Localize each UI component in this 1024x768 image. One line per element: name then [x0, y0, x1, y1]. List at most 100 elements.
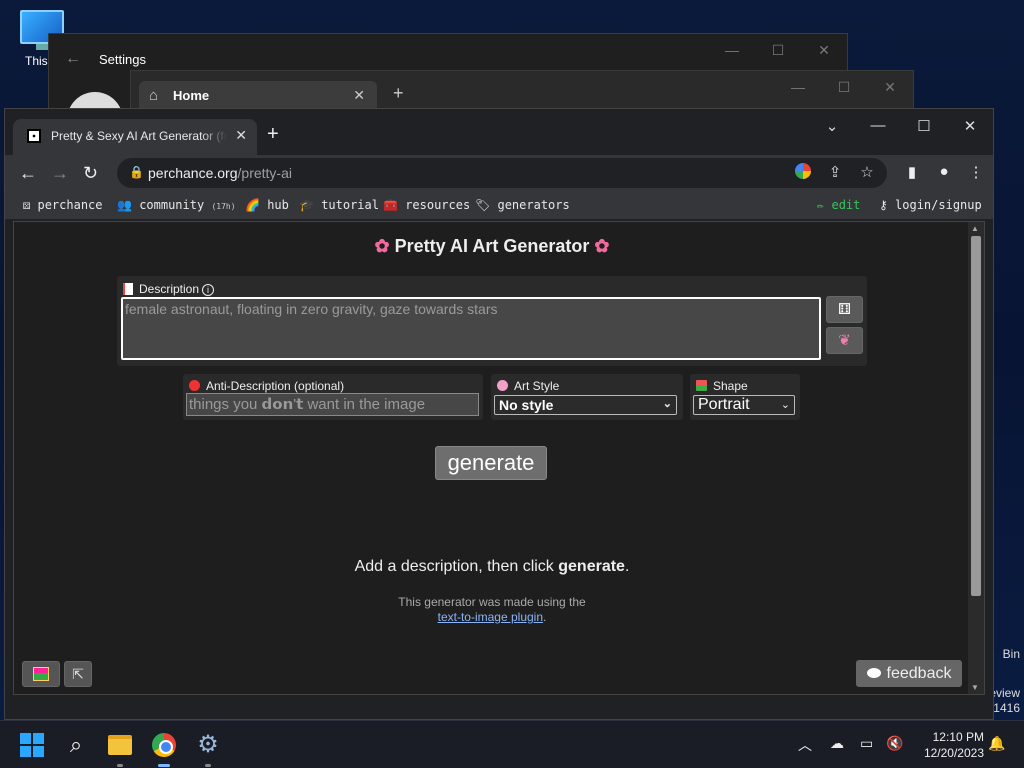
- description-panel: Descriptioni ⚅ ❦: [117, 276, 867, 366]
- bookmark-label: resources: [405, 198, 471, 212]
- window-controls: ⌄ — ☐ ✕: [809, 113, 993, 135]
- scroll-down-icon[interactable]: ▼: [971, 683, 979, 692]
- random-dice-button[interactable]: ⚅: [826, 296, 863, 323]
- maximize-icon[interactable]: ☐: [821, 79, 867, 96]
- shape-panel: Shape Portrait ⌄: [690, 374, 800, 420]
- palette-icon: [497, 380, 508, 391]
- close-icon[interactable]: ✕: [867, 79, 913, 96]
- chevron-up-icon[interactable]: ︿: [798, 735, 812, 755]
- flower-icon: ✿: [594, 236, 610, 256]
- art-style-value: No style: [499, 397, 554, 413]
- menu-kebab-icon[interactable]: ⋮: [967, 163, 985, 181]
- bookmark-label: generators: [497, 198, 570, 212]
- minimize-icon[interactable]: —: [775, 79, 821, 96]
- maximize-icon[interactable]: ☐: [755, 42, 801, 59]
- bookmark-perchance[interactable]: ⚄ perchance: [23, 198, 103, 212]
- start-button[interactable]: [18, 731, 46, 759]
- close-tab-icon[interactable]: ✕: [353, 87, 365, 104]
- hint-bold: generate: [558, 558, 625, 575]
- close-icon[interactable]: ✕: [801, 42, 847, 59]
- close-tab-icon[interactable]: ✕: [235, 127, 247, 144]
- reload-icon[interactable]: ↻: [83, 163, 98, 184]
- toolbox-icon: 🧰: [383, 198, 398, 212]
- maximize-icon[interactable]: ☐: [901, 113, 947, 135]
- url-path: /pretty-ai: [237, 165, 292, 181]
- bookmark-resources[interactable]: 🧰 resources: [383, 198, 470, 212]
- scrollbar-thumb[interactable]: [971, 236, 981, 596]
- share-icon[interactable]: ⇪: [825, 163, 845, 183]
- flower-icon: ✿: [374, 236, 390, 256]
- chrome-taskbar-button[interactable]: [150, 731, 178, 767]
- windows-logo-icon: [20, 733, 44, 757]
- brain-button[interactable]: ❦: [826, 327, 863, 354]
- hint-suffix: .: [624, 558, 630, 575]
- back-arrow-icon[interactable]: ←: [65, 50, 81, 68]
- scrollbar[interactable]: ▲ ▼: [968, 222, 984, 694]
- made-by-text: This generator was made using the text-t…: [14, 595, 970, 625]
- bookmark-label: perchance: [37, 198, 103, 212]
- shape-label: Shape: [696, 379, 748, 393]
- tab-active[interactable]: Pretty & Sexy AI Art Generator (fr ✕: [13, 119, 257, 155]
- tab-home[interactable]: ⌂ Home ✕: [139, 81, 377, 111]
- network-icon[interactable]: ▭: [860, 735, 873, 752]
- profile-icon[interactable]: ●: [935, 163, 953, 181]
- url-text[interactable]: perchance.org/pretty-ai: [148, 165, 292, 181]
- search-button[interactable]: ⌕: [62, 731, 90, 759]
- brain-icon: ❦: [838, 332, 851, 349]
- tab-title: Pretty & Sexy AI Art Generator (fr: [51, 129, 227, 143]
- generate-button[interactable]: generate: [435, 446, 547, 480]
- bookmarks-bar: ⚄ perchance 👥 community (17h) 🌈 hub 🎓 tu…: [5, 191, 993, 219]
- minimize-icon[interactable]: —: [855, 113, 901, 135]
- prohibited-icon: [189, 380, 200, 391]
- made-by-line: This generator was made using the: [398, 595, 586, 609]
- info-icon[interactable]: i: [202, 284, 215, 296]
- bookmark-label: login/signup: [895, 198, 982, 212]
- file-explorer-button[interactable]: [106, 731, 134, 767]
- minimize-icon[interactable]: —: [709, 42, 755, 59]
- address-bar[interactable]: 🔒 perchance.org/pretty-ai ⇪ ☆: [117, 158, 887, 188]
- bookmark-login[interactable]: ⚷ login/signup: [879, 198, 982, 212]
- description-label-text: Description: [139, 282, 200, 296]
- tab-title: Home: [173, 88, 210, 103]
- lock-icon[interactable]: 🔒: [129, 165, 144, 179]
- clock[interactable]: 12:10 PM 12/20/2023: [924, 729, 984, 761]
- bookmark-generators[interactable]: 🏷 generators: [475, 198, 570, 212]
- new-tab-icon[interactable]: +: [267, 123, 279, 146]
- chrome-icon: [152, 733, 176, 757]
- people-icon: 👥: [117, 198, 132, 212]
- feedback-button[interactable]: feedback: [856, 660, 962, 687]
- bookmark-edit[interactable]: ✏ edit: [817, 198, 860, 212]
- back-icon[interactable]: ←: [19, 163, 37, 184]
- bookmark-hub[interactable]: 🌈 hub: [245, 198, 289, 212]
- onedrive-off-icon[interactable]: ☁: [830, 735, 844, 752]
- arrow-up-left-icon: ⇱: [72, 666, 84, 682]
- gallery-button[interactable]: [22, 661, 60, 687]
- art-style-select[interactable]: No style ⌄: [494, 395, 677, 415]
- bookmark-star-icon[interactable]: ☆: [857, 163, 877, 183]
- volume-muted-icon[interactable]: 🔇: [886, 735, 903, 752]
- new-tab-icon[interactable]: +: [393, 83, 404, 104]
- anti-description-input[interactable]: [186, 393, 479, 416]
- dice-icon: ⚅: [837, 301, 852, 318]
- side-panel-icon[interactable]: ▮: [903, 163, 921, 181]
- scroll-up-icon[interactable]: ▲: [971, 224, 979, 233]
- google-lens-icon[interactable]: [793, 163, 813, 183]
- shape-select[interactable]: Portrait ⌄: [693, 395, 795, 415]
- tab-search-icon[interactable]: ⌄: [809, 113, 855, 135]
- browser-window: Pretty & Sexy AI Art Generator (fr ✕ + ⌄…: [4, 108, 994, 720]
- description-input[interactable]: [121, 297, 821, 360]
- anti-description-label: Anti-Description (optional): [189, 379, 344, 393]
- settings-window-controls: — ☐ ✕: [709, 42, 847, 59]
- plugin-link[interactable]: text-to-image plugin: [438, 610, 543, 624]
- bookmark-tutorial[interactable]: 🎓 tutorial: [299, 198, 379, 212]
- notification-bell-icon[interactable]: 🔔: [988, 735, 1005, 752]
- bookmark-label: community: [139, 198, 205, 212]
- expand-button[interactable]: ⇱: [64, 661, 92, 687]
- made-by-suffix: .: [543, 610, 547, 624]
- picture-icon: [33, 667, 49, 681]
- close-icon[interactable]: ✕: [947, 113, 993, 135]
- settings-taskbar-button[interactable]: ⚙: [194, 731, 222, 767]
- forward-icon[interactable]: →: [51, 163, 69, 184]
- toolbar-right: ▮ ● ⋮: [903, 163, 985, 181]
- bookmark-community[interactable]: 👥 community (17h): [117, 198, 236, 212]
